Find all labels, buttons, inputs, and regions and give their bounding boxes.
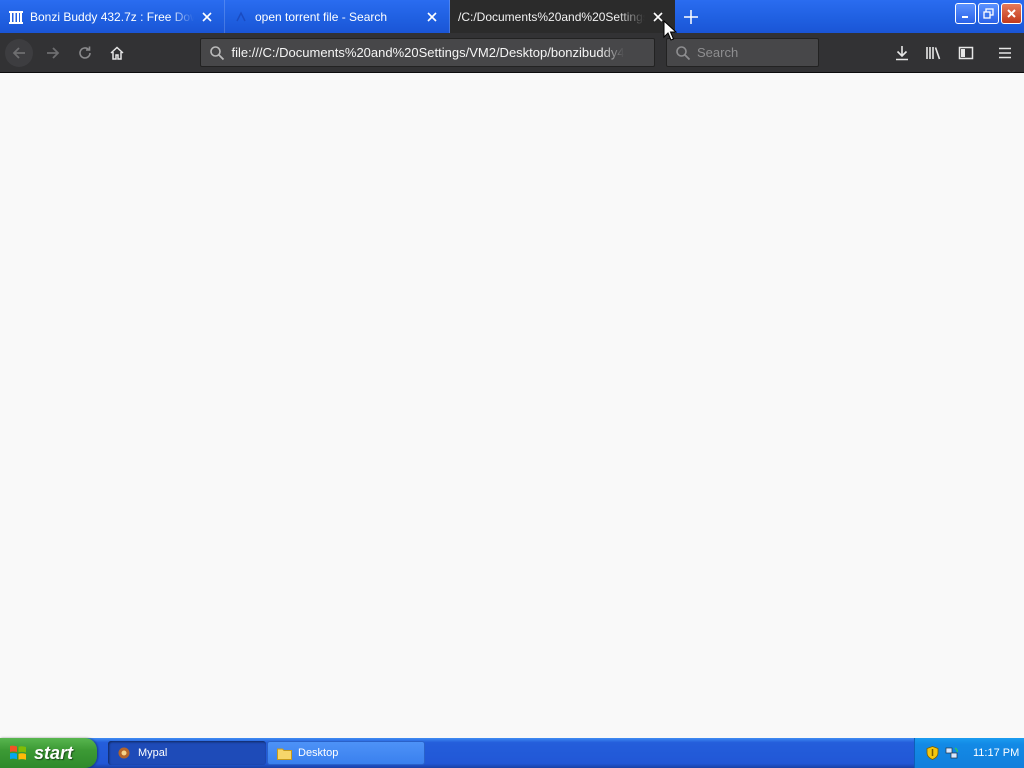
close-icon[interactable] bbox=[198, 8, 216, 26]
download-icon bbox=[896, 46, 908, 61]
search-bar[interactable] bbox=[666, 38, 819, 67]
tab-search[interactable]: open torrent file - Search bbox=[225, 0, 450, 33]
restore-button[interactable] bbox=[978, 3, 999, 24]
plus-icon bbox=[684, 9, 698, 24]
search-input[interactable] bbox=[697, 45, 807, 60]
minimize-icon bbox=[961, 15, 968, 18]
minimize-button[interactable] bbox=[955, 3, 976, 24]
mypal-icon bbox=[116, 745, 132, 761]
titlebar-drag-area[interactable] bbox=[707, 0, 955, 33]
reload-button[interactable] bbox=[71, 39, 99, 67]
tab-bonzi-buddy[interactable]: Bonzi Buddy 432.7z : Free Downlo bbox=[0, 0, 225, 33]
url-bar[interactable]: file:///C:/Documents%20and%20Settings/VM… bbox=[200, 38, 655, 67]
folder-icon bbox=[276, 745, 292, 761]
search-icon bbox=[673, 43, 693, 63]
arrow-left-icon bbox=[12, 47, 25, 59]
tab-label: open torrent file - Search bbox=[255, 9, 388, 24]
network-icon[interactable] bbox=[945, 746, 959, 760]
back-button[interactable] bbox=[5, 39, 33, 67]
tab-strip: Bonzi Buddy 432.7z : Free Downlo open to… bbox=[0, 0, 1024, 33]
navigation-toolbar: file:///C:/Documents%20and%20Settings/VM… bbox=[0, 33, 1024, 73]
url-text[interactable]: file:///C:/Documents%20and%20Settings/VM… bbox=[231, 45, 624, 60]
taskbar-item-label: Desktop bbox=[298, 747, 339, 759]
forward-button[interactable] bbox=[39, 39, 67, 67]
hamburger-menu-icon bbox=[999, 47, 1011, 59]
arrow-right-icon bbox=[47, 47, 60, 59]
mouse-pointer-icon bbox=[663, 20, 677, 41]
taskbar-item-mypal[interactable]: Mypal bbox=[108, 741, 266, 765]
taskbar-item-label: Mypal bbox=[138, 747, 168, 759]
close-icon[interactable] bbox=[423, 8, 441, 26]
clock: 11:17 PM bbox=[973, 747, 1020, 759]
library-button[interactable] bbox=[920, 39, 948, 67]
home-button[interactable] bbox=[103, 39, 131, 67]
archive-org-icon bbox=[8, 9, 24, 25]
start-button[interactable]: start bbox=[0, 738, 97, 768]
menu-button[interactable] bbox=[991, 39, 1019, 67]
downloads-button[interactable] bbox=[888, 39, 916, 67]
window-controls bbox=[955, 0, 1022, 33]
library-icon bbox=[926, 47, 941, 60]
tab-local-file[interactable]: /C:/Documents%20and%20Settings/VM2 bbox=[450, 0, 675, 33]
tab-label: /C:/Documents%20and%20Settings/VM2 bbox=[458, 9, 645, 24]
search-icon bbox=[208, 43, 226, 63]
search-engine-icon bbox=[233, 9, 249, 25]
taskbar-item-desktop[interactable]: Desktop bbox=[267, 741, 425, 765]
new-tab-button[interactable] bbox=[675, 0, 707, 33]
restore-icon bbox=[983, 8, 994, 19]
windows-logo-icon bbox=[8, 743, 28, 763]
system-tray: 11:17 PM bbox=[914, 738, 1024, 768]
screen: Bonzi Buddy 432.7z : Free Downlo open to… bbox=[0, 0, 1024, 768]
security-shield-icon[interactable] bbox=[925, 746, 939, 760]
start-label: start bbox=[34, 742, 74, 763]
sidebar-icon bbox=[958, 46, 974, 60]
taskbar: start Mypal Desktop 11:17 PM bbox=[0, 738, 1024, 768]
tab-label: Bonzi Buddy 432.7z : Free Downlo bbox=[30, 9, 194, 24]
sidebar-button[interactable] bbox=[952, 39, 980, 67]
close-window-button[interactable] bbox=[1001, 3, 1022, 24]
home-icon bbox=[110, 46, 124, 60]
reload-icon bbox=[79, 46, 91, 59]
page-content bbox=[0, 73, 1024, 738]
close-icon bbox=[1007, 9, 1016, 18]
